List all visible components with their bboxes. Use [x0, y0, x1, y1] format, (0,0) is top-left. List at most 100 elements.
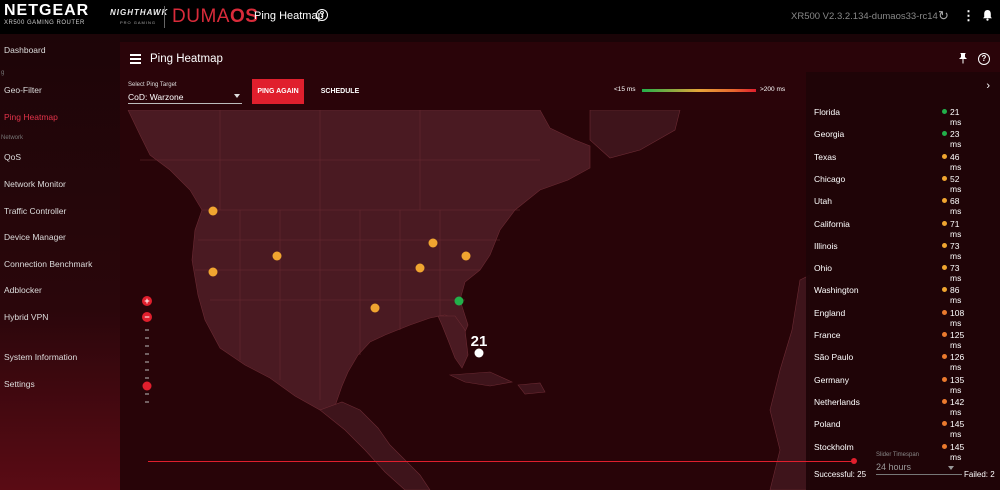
timeline-slider-handle[interactable]	[851, 458, 857, 464]
timeline-slider-track[interactable]	[148, 461, 854, 462]
result-latency: 73 ms	[950, 240, 962, 261]
latency-status-dot	[942, 309, 947, 315]
latency-status-dot	[942, 109, 947, 114]
result-row[interactable]: Chicago 52 ms	[814, 174, 964, 194]
result-row[interactable]: Illinois 73 ms	[814, 240, 964, 261]
ping-again-button[interactable]: PING AGAIN	[252, 79, 304, 104]
result-row[interactable]: Washington 86 ms	[814, 285, 964, 305]
result-latency: 71 ms	[950, 218, 962, 239]
world-map[interactable]: 21	[120, 110, 810, 490]
result-location: Texas	[814, 151, 837, 162]
sidebar-item-network-monitor[interactable]: Network Monitor	[4, 179, 66, 189]
latency-status-dot	[942, 287, 947, 293]
zoom-slider-handle[interactable]	[142, 381, 152, 391]
latency-status-dot	[942, 376, 947, 382]
result-location: Germany	[814, 374, 849, 385]
map-marker-california[interactable]	[208, 267, 218, 277]
pin-icon[interactable]	[958, 52, 968, 67]
result-latency: 23 ms	[950, 129, 962, 150]
sidebar-item-qos[interactable]: QoS	[4, 152, 21, 162]
zoom-out-button[interactable]: −	[142, 312, 152, 322]
map-marker-illinois[interactable]	[415, 263, 425, 273]
latency-status-dot	[942, 242, 947, 248]
sidebar-item-connection-benchmark[interactable]: Connection Benchmark	[4, 259, 92, 269]
result-row[interactable]: Georgia 23 ms	[814, 129, 964, 149]
brand-name: NETGEAR	[4, 2, 90, 19]
firmware-version: XR500 V2.3.2.134-dumaos33-rc14	[791, 11, 938, 22]
result-location: Utah	[814, 196, 832, 207]
sidebar-item-geo-filter[interactable]: Geo-Filter	[4, 85, 42, 95]
result-row[interactable]: Germany 135 ms	[814, 374, 964, 395]
result-row[interactable]: Utah 68 ms	[814, 196, 964, 216]
map-marker-texas[interactable]	[370, 303, 380, 313]
result-row[interactable]: Poland 145 ms	[814, 419, 964, 439]
sidebar-item-system-information[interactable]: System Information	[4, 352, 77, 362]
result-location: France	[814, 330, 841, 340]
top-bar: NETGEAR XR500 GAMING ROUTER NIGHTHAWK PR…	[0, 0, 1000, 34]
logo-divider	[164, 6, 165, 28]
latency-status-dot	[942, 220, 947, 226]
ping-results-list[interactable]: › Florida 21 ms Georgia 23 ms Texas 46 ms Chic…	[806, 72, 1000, 490]
zoom-slider[interactable]	[142, 326, 152, 406]
nighthawk-subtitle: PRO GAMING	[120, 20, 157, 25]
latency-status-dot	[942, 398, 947, 404]
result-row[interactable]: Florida 21 ms	[814, 107, 964, 127]
sidebar-item-adblocker[interactable]: Adblocker	[4, 285, 42, 295]
sidebar-item-ping-heatmap[interactable]: Ping Heatmap	[4, 112, 58, 122]
result-latency: 142 ms	[950, 396, 965, 417]
selected-ping-label: 21	[471, 333, 488, 350]
result-location: Illinois	[814, 240, 838, 251]
result-location: Florida	[814, 107, 840, 117]
panel-help-icon[interactable]: ?	[978, 53, 990, 65]
latency-status-dot	[942, 265, 947, 271]
sidebar-item-settings[interactable]: Settings	[4, 379, 35, 389]
refresh-icon[interactable]: ↻	[938, 8, 949, 24]
result-latency: 125 ms	[950, 330, 965, 350]
sidebar-item-device-manager[interactable]: Device Manager	[4, 232, 66, 242]
sidebar-section-marker: g	[1, 70, 5, 76]
latency-status-dot	[942, 175, 947, 181]
nighthawk-logo: NIGHTHAWK	[110, 8, 169, 17]
latency-status-dot	[942, 198, 947, 204]
duma-text: DUMA	[172, 6, 230, 27]
ping-target-label: Select Ping Target	[128, 82, 177, 88]
schedule-button[interactable]: SCHEDULE	[314, 79, 366, 104]
sidebar-item-hybrid-vpn[interactable]: Hybrid VPN	[4, 312, 48, 322]
notification-bell-icon[interactable]	[982, 9, 993, 24]
panel-title: Ping Heatmap	[150, 53, 223, 65]
sidebar-item-traffic-controller[interactable]: Traffic Controller	[4, 206, 66, 216]
result-row[interactable]: Netherlands 142 ms	[814, 397, 964, 417]
map-marker-washington[interactable]	[208, 206, 218, 216]
map-marker-utah[interactable]	[272, 251, 282, 261]
sidebar: Dashboard g Geo-Filter Ping Heatmap Netw…	[0, 34, 120, 490]
result-location: Georgia	[814, 129, 845, 140]
result-latency: 145 ms	[950, 419, 965, 440]
result-row[interactable]: France 125 ms	[814, 330, 964, 350]
more-options-icon[interactable]: ⋮	[962, 8, 975, 24]
ping-target-select[interactable]: CoD: Warzone	[128, 92, 242, 104]
timespan-value: 24 hours	[876, 462, 912, 472]
result-row[interactable]: California 71 ms	[814, 219, 964, 239]
result-location: Poland	[814, 419, 841, 430]
result-row[interactable]: Texas 46 ms	[814, 151, 964, 172]
sidebar-section-network: Network	[1, 135, 24, 141]
result-row[interactable]: São Paulo 126 ms	[814, 352, 964, 372]
map-marker-georgia[interactable]	[454, 296, 464, 306]
latency-status-dot	[942, 332, 947, 337]
model-subtitle: XR500 GAMING ROUTER	[4, 20, 85, 26]
zoom-in-button[interactable]: +	[142, 296, 152, 306]
map-marker-chicago[interactable]	[428, 238, 438, 248]
result-row[interactable]: Stockholm 145 ms	[814, 442, 964, 462]
result-location: England	[814, 307, 846, 318]
latency-status-dot	[942, 421, 947, 427]
hamburger-menu-icon[interactable]	[130, 54, 141, 66]
result-latency: 73 ms	[950, 263, 962, 284]
map-marker-ohio[interactable]	[461, 251, 471, 261]
result-row[interactable]: Ohio 73 ms	[814, 263, 964, 283]
result-latency: 145 ms	[950, 441, 965, 462]
result-location: São Paulo	[814, 352, 854, 363]
chevron-right-icon[interactable]: ›	[986, 80, 990, 92]
result-row[interactable]: England 108 ms	[814, 307, 964, 328]
sidebar-item-dashboard[interactable]: Dashboard	[4, 45, 46, 55]
help-icon[interactable]: ?	[316, 9, 328, 21]
